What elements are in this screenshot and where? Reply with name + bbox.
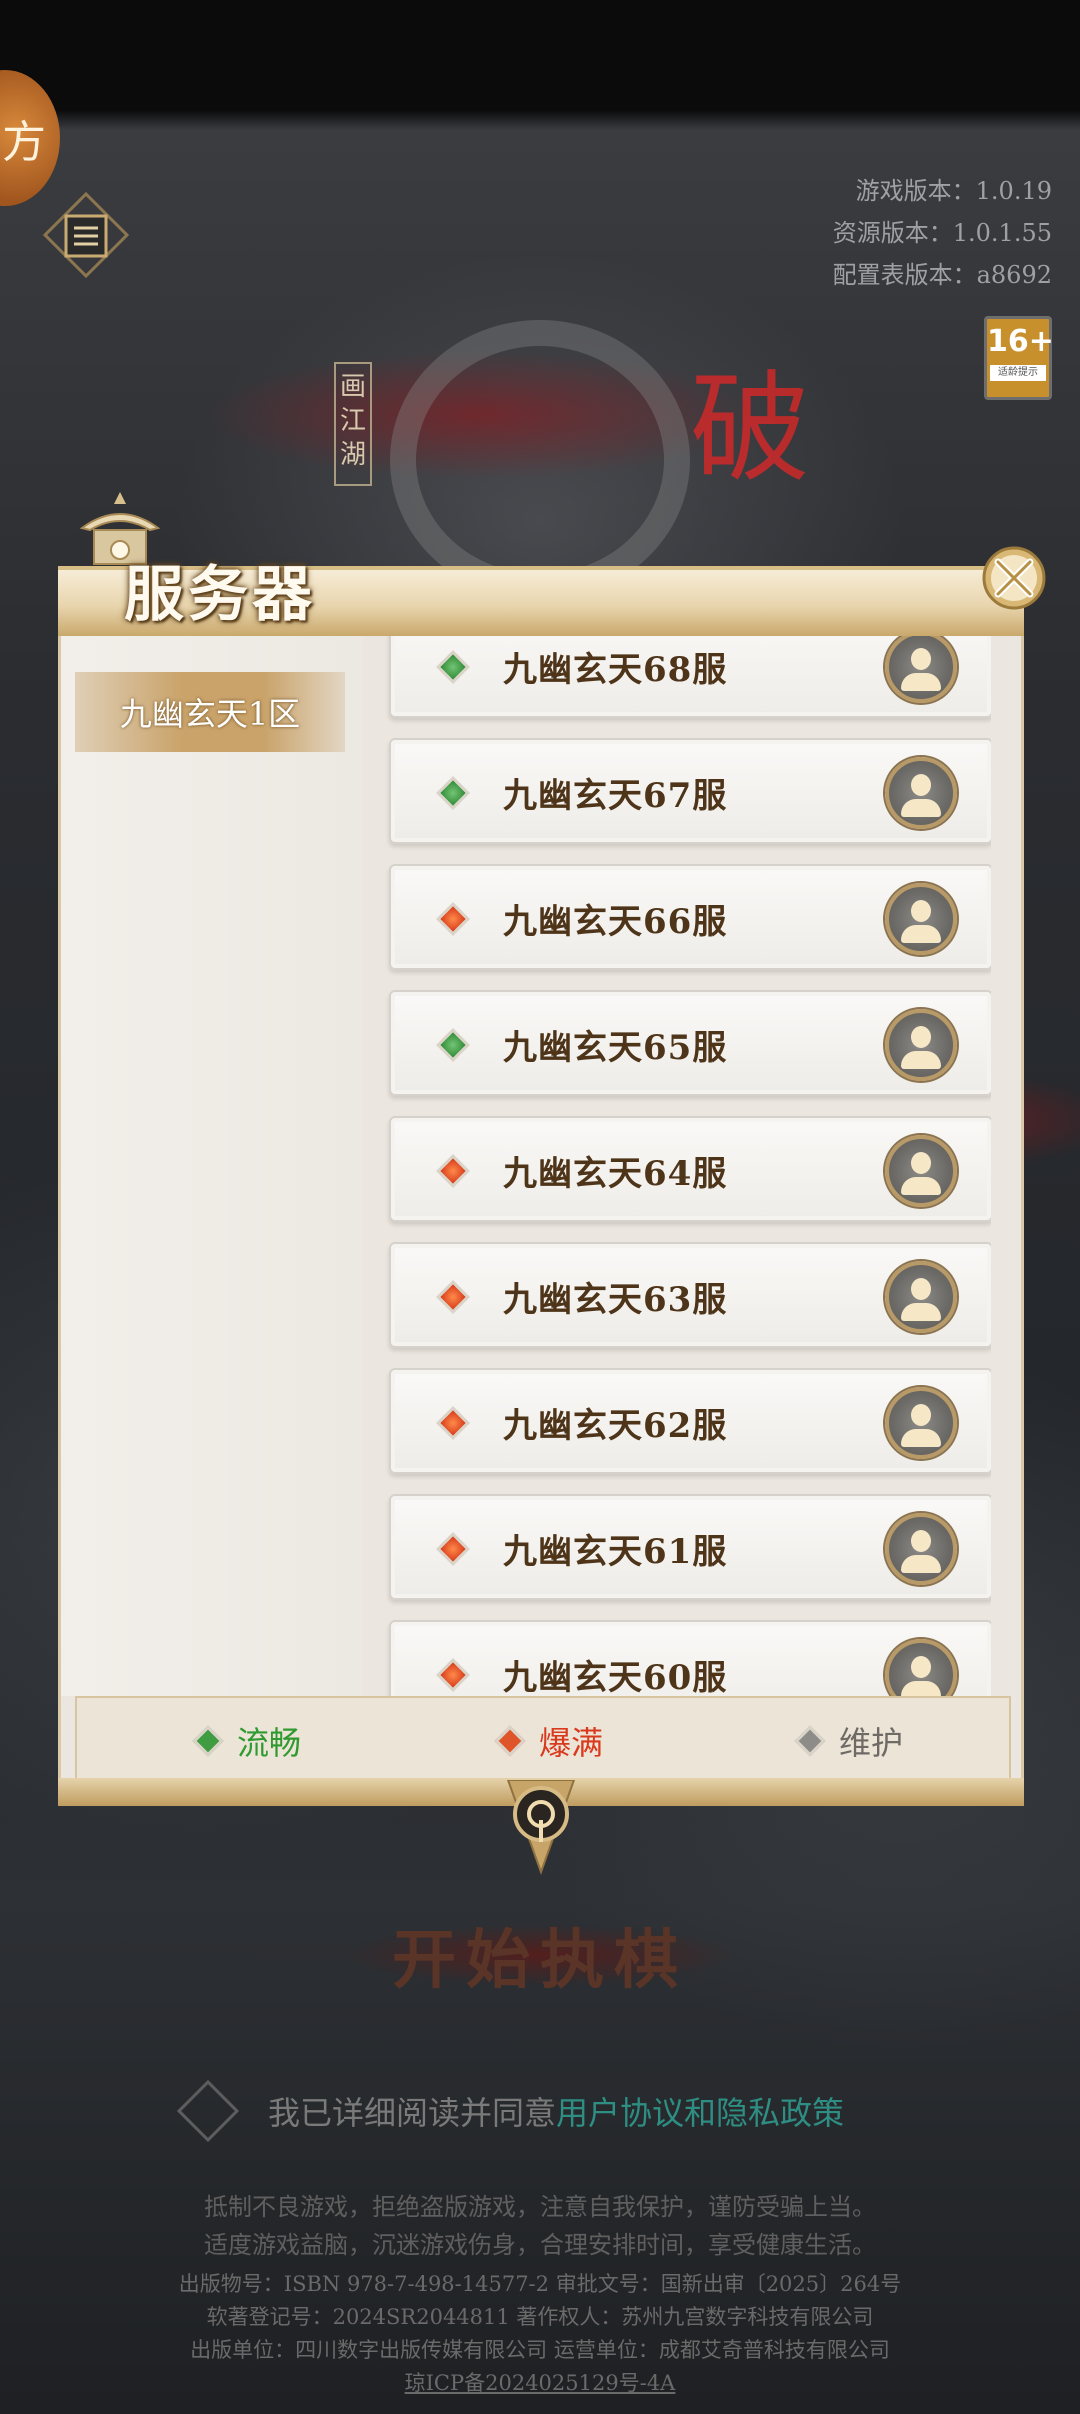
dialog-body: 九幽玄天1区 九幽玄天68服 九幽玄天67服 九幽玄天66服 九幽玄天65服 九幽玄天6…	[58, 636, 1024, 1780]
start-game-label: 开始执棋	[392, 1923, 688, 1998]
dialog-title: 服务器	[124, 560, 316, 630]
server-name: 九幽玄天64服	[503, 1154, 728, 1194]
server-item[interactable]: 九幽玄天65服	[389, 990, 991, 1096]
server-dialog: 服务器 九幽玄天1区 九幽玄天68服 九幽玄天67服 九幽玄天66服 九幽玄天65服九…	[58, 546, 1046, 1875]
notice-line-2: 适度游戏益脑，沉迷游戏伤身，合理安排时间，享受健康生活。	[204, 2231, 876, 2259]
age-rating-label: 16+	[987, 324, 1054, 359]
license-line-2: 软著登记号：2024SR2044811 著作权人：苏州九宫数字科技有限公司	[206, 2305, 874, 2329]
full-status-icon	[436, 902, 470, 936]
game-version: 游戏版本：1.0.19	[855, 177, 1052, 205]
server-item[interactable]: 九幽玄天61服	[389, 1494, 991, 1600]
full-status-icon	[494, 1725, 526, 1757]
user-avatar-icon	[885, 757, 957, 829]
agreement-checkbox[interactable]	[176, 2079, 240, 2143]
smooth-status-icon	[436, 776, 470, 810]
corner-badge-text: 方	[2, 117, 46, 168]
agreement-row[interactable]: 我已详细阅读并同意 用户协议和隐私政策	[176, 2079, 844, 2143]
agreement-text: 我已详细阅读并同意	[268, 2094, 557, 2132]
menu-button[interactable]	[40, 190, 132, 282]
agreement-link[interactable]: 用户协议和隐私政策	[556, 2088, 844, 2134]
notice-line-1: 抵制不良游戏，拒绝盗版游戏，注意自我保护，谨防受骗上当。	[204, 2193, 876, 2221]
zone-sidebar[interactable]: 九幽玄天1区	[61, 636, 363, 1696]
license-info: 出版物号：ISBN 978-7-498-14577-2 审批文号：国新出审〔20…	[0, 2268, 1080, 2400]
server-name: 九幽玄天68服	[503, 650, 728, 690]
server-name: 九幽玄天61服	[503, 1532, 728, 1572]
server-item[interactable]: 九幽玄天68服	[389, 636, 991, 718]
user-avatar-icon	[885, 1513, 957, 1585]
zone-tab-selected[interactable]: 九幽玄天1区	[75, 672, 345, 752]
legend-maintenance-label: 维护	[839, 1724, 904, 1762]
server-item[interactable]: 九幽玄天66服	[389, 864, 991, 970]
user-avatar-icon	[885, 1639, 957, 1696]
legend-smooth: 流畅	[192, 1718, 302, 1764]
server-name: 九幽玄天63服	[503, 1280, 728, 1320]
full-status-icon	[436, 1658, 470, 1692]
server-name: 九幽玄天60服	[503, 1658, 728, 1696]
status-legend: 流畅 爆满 维护	[75, 1696, 1011, 1780]
start-game-button[interactable]: 开始执棋	[290, 1910, 790, 2000]
full-status-icon	[436, 1532, 470, 1566]
server-item[interactable]: 九幽玄天64服	[389, 1116, 991, 1222]
age-rating-badge[interactable]: 16+ 适龄提示	[984, 316, 1054, 400]
config-version: 配置表版本：a8692	[832, 261, 1052, 289]
menu-icon	[42, 191, 130, 279]
user-avatar-icon	[885, 1387, 957, 1459]
server-item[interactable]: 九幽玄天60服	[389, 1620, 991, 1696]
server-name: 九幽玄天67服	[503, 776, 728, 816]
full-status-icon	[436, 1406, 470, 1440]
smooth-status-icon	[436, 1028, 470, 1062]
legend-full-label: 爆满	[539, 1724, 604, 1762]
logo-red-character: 破	[690, 360, 810, 499]
logo-seal	[390, 320, 690, 600]
age-rating-tip: 适龄提示	[990, 365, 1046, 381]
server-item[interactable]: 九幽玄天67服	[389, 738, 991, 844]
server-item[interactable]: 九幽玄天63服	[389, 1242, 991, 1348]
full-status-icon	[436, 1280, 470, 1314]
user-avatar-icon	[885, 1009, 957, 1081]
user-avatar-icon	[885, 1135, 957, 1207]
server-list[interactable]: 九幽玄天68服 九幽玄天67服 九幽玄天66服 九幽玄天65服 九幽玄天64服 九幽玄天6…	[381, 636, 991, 1696]
maintenance-status-icon	[794, 1725, 826, 1757]
license-line-3: 出版单位：四川数字出版传媒有限公司 运营单位：成都艾奇普科技有限公司	[190, 2338, 890, 2362]
user-avatar-icon	[885, 636, 957, 703]
legend-smooth-label: 流畅	[237, 1724, 302, 1762]
server-name: 九幽玄天66服	[503, 902, 728, 942]
smooth-status-icon	[192, 1725, 224, 1757]
server-item[interactable]: 九幽玄天62服	[389, 1368, 991, 1474]
legend-maintenance: 维护	[794, 1718, 904, 1764]
logo-vertical-text: 画江湖	[334, 362, 372, 486]
health-notice: 抵制不良游戏，拒绝盗版游戏，注意自我保护，谨防受骗上当。 适度游戏益脑，沉迷游戏…	[0, 2188, 1080, 2264]
smooth-status-icon	[436, 650, 470, 684]
user-avatar-icon	[885, 883, 957, 955]
resource-version: 资源版本：1.0.1.55	[832, 219, 1052, 247]
icp-link[interactable]: 琼ICP备2024025129号-4A	[405, 2371, 676, 2395]
close-icon	[982, 546, 1046, 610]
license-line-1: 出版物号：ISBN 978-7-498-14577-2 审批文号：国新出审〔20…	[178, 2272, 902, 2296]
dialog-knob-icon	[506, 1780, 576, 1875]
close-button[interactable]	[978, 542, 1050, 614]
legend-full: 爆满	[494, 1718, 604, 1764]
user-avatar-icon	[885, 1261, 957, 1333]
server-name: 九幽玄天65服	[503, 1028, 728, 1068]
server-name: 九幽玄天62服	[503, 1406, 728, 1446]
full-status-icon	[436, 1154, 470, 1188]
zone-tab-label: 九幽玄天1区	[119, 695, 301, 733]
version-info: 游戏版本：1.0.19 资源版本：1.0.1.55 配置表版本：a8692	[833, 170, 1052, 296]
